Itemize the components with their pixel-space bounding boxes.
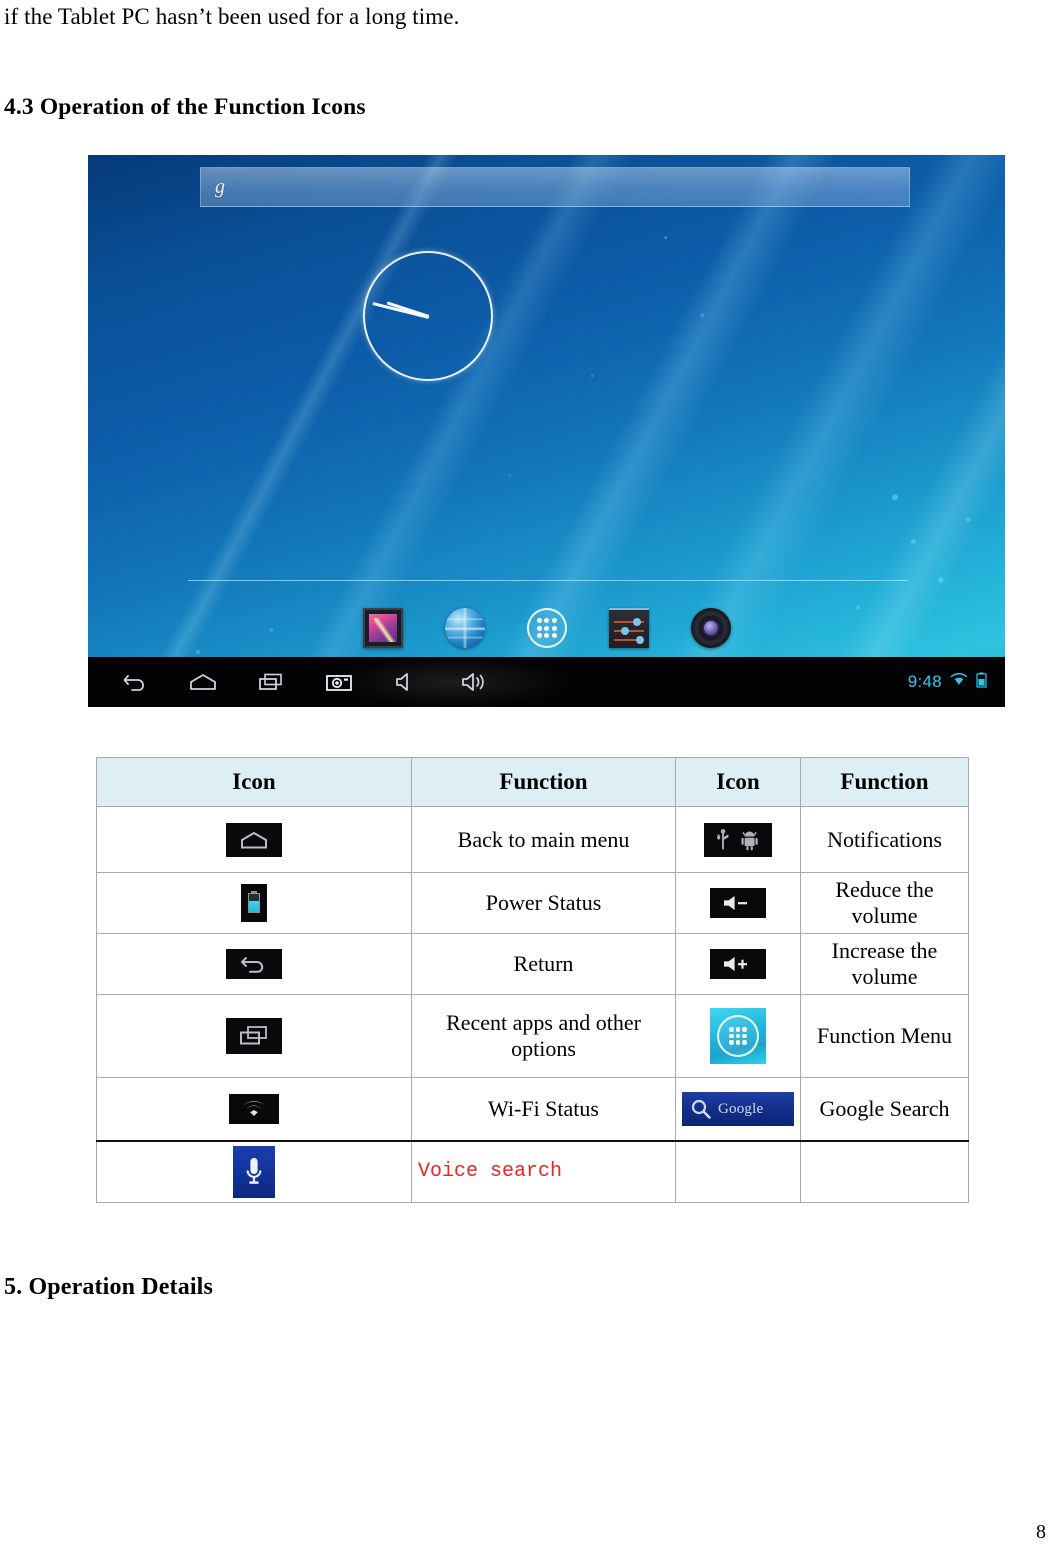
cell-icon-battery [96, 872, 412, 934]
column-header-function-1: Function [411, 757, 676, 807]
system-navigation-bar: 9:48 [88, 657, 1005, 707]
gallery-icon[interactable] [362, 608, 403, 648]
cell-icon-notifications [675, 806, 801, 873]
home-icon [226, 822, 282, 857]
table-row: Return Increase the volume [96, 933, 969, 995]
back-icon[interactable] [120, 667, 150, 697]
volume-down-icon [710, 888, 766, 918]
status-area: 9:48 [907, 671, 987, 693]
column-header-icon-1: Icon [96, 757, 412, 807]
volume-down-icon[interactable] [392, 667, 422, 697]
status-clock: 9:48 [907, 672, 942, 691]
return-icon [226, 949, 282, 979]
body-paragraph: if the Tablet PC hasn’t been used for a … [4, 4, 460, 29]
column-header-function-2: Function [800, 757, 969, 807]
volume-up-icon [710, 949, 766, 979]
google-wordmark: Google [718, 1100, 764, 1117]
cell-function-voice-search: Voice search [411, 1139, 676, 1203]
settings-icon[interactable] [608, 608, 649, 648]
battery-icon [241, 884, 267, 922]
cell-function-empty [800, 1139, 969, 1203]
function-icons-table: Icon Function Icon Function Back to main… [96, 757, 969, 1203]
cell-function-google-search: Google Search [800, 1077, 969, 1141]
recent-apps-icon[interactable] [256, 667, 286, 697]
document-page: if the Tablet PC hasn’t been used for a … [0, 0, 1062, 1556]
app-drawer-icon[interactable] [526, 608, 567, 648]
cell-icon-volume-down [675, 872, 801, 934]
cell-function-function-menu: Function Menu [800, 994, 969, 1078]
navbar-buttons [120, 667, 490, 697]
google-search-icon: Google [682, 1091, 794, 1126]
wifi-icon [229, 1093, 279, 1124]
table-header-row: Icon Function Icon Function [96, 757, 969, 807]
cell-function-wifi-status: Wi-Fi Status [411, 1077, 676, 1141]
home-screen-dock [88, 603, 1005, 653]
cell-function-increase-volume: Increase the volume [800, 933, 969, 995]
cell-icon-microphone [96, 1139, 412, 1203]
cell-icon-google-search: Google [675, 1077, 801, 1141]
table-row: Power Status Reduce the volume [96, 872, 969, 934]
cell-function-power-status: Power Status [411, 872, 676, 934]
wifi-icon [949, 672, 969, 692]
column-header-icon-2: Icon [675, 757, 801, 807]
cell-icon-volume-up [675, 933, 801, 995]
usb-android-notifications-icon [704, 822, 772, 857]
cell-icon-recent-apps [96, 994, 412, 1078]
google-g-logo-icon: g [215, 176, 225, 198]
cell-icon-wifi [96, 1077, 412, 1141]
cell-icon-function-menu [675, 994, 801, 1078]
screenshot-camera-icon[interactable] [324, 667, 354, 697]
browser-icon[interactable] [444, 608, 485, 648]
table-row: Back to main menu Notifications [96, 806, 969, 873]
cell-icon-empty [675, 1139, 801, 1203]
table-row: Voice search [96, 1139, 969, 1203]
table-row: Wi-Fi Status Google Google Search [96, 1077, 969, 1141]
music-player-icon[interactable] [690, 608, 731, 648]
recent-apps-icon [226, 1018, 282, 1054]
section-heading-5: 5. Operation Details [4, 1274, 213, 1300]
analog-clock-widget[interactable] [363, 251, 493, 381]
cell-function-reduce-volume: Reduce the volume [800, 872, 969, 934]
table-row: Recent apps and other options Function M… [96, 994, 969, 1078]
app-grid-dots [536, 618, 557, 638]
volume-up-icon[interactable] [460, 667, 490, 697]
google-search-bar[interactable]: g [200, 167, 910, 207]
android-home-screen-figure: g 9:48 [88, 155, 1005, 707]
app-grid-dots [729, 1027, 747, 1045]
cell-function-back-to-main-menu: Back to main menu [411, 806, 676, 873]
section-heading-4-3: 4.3 Operation of the Function Icons [4, 94, 366, 120]
cell-function-recent-apps: Recent apps and other options [411, 994, 676, 1078]
cell-icon-home [96, 806, 412, 873]
battery-icon [976, 671, 987, 693]
microphone-icon [233, 1145, 275, 1198]
cell-icon-return [96, 933, 412, 995]
page-number: 8 [1036, 1521, 1046, 1543]
app-drawer-icon [710, 1008, 766, 1064]
cell-function-return: Return [411, 933, 676, 995]
cell-function-notifications: Notifications [800, 806, 969, 873]
dock-divider [188, 580, 908, 581]
home-icon[interactable] [188, 667, 218, 697]
